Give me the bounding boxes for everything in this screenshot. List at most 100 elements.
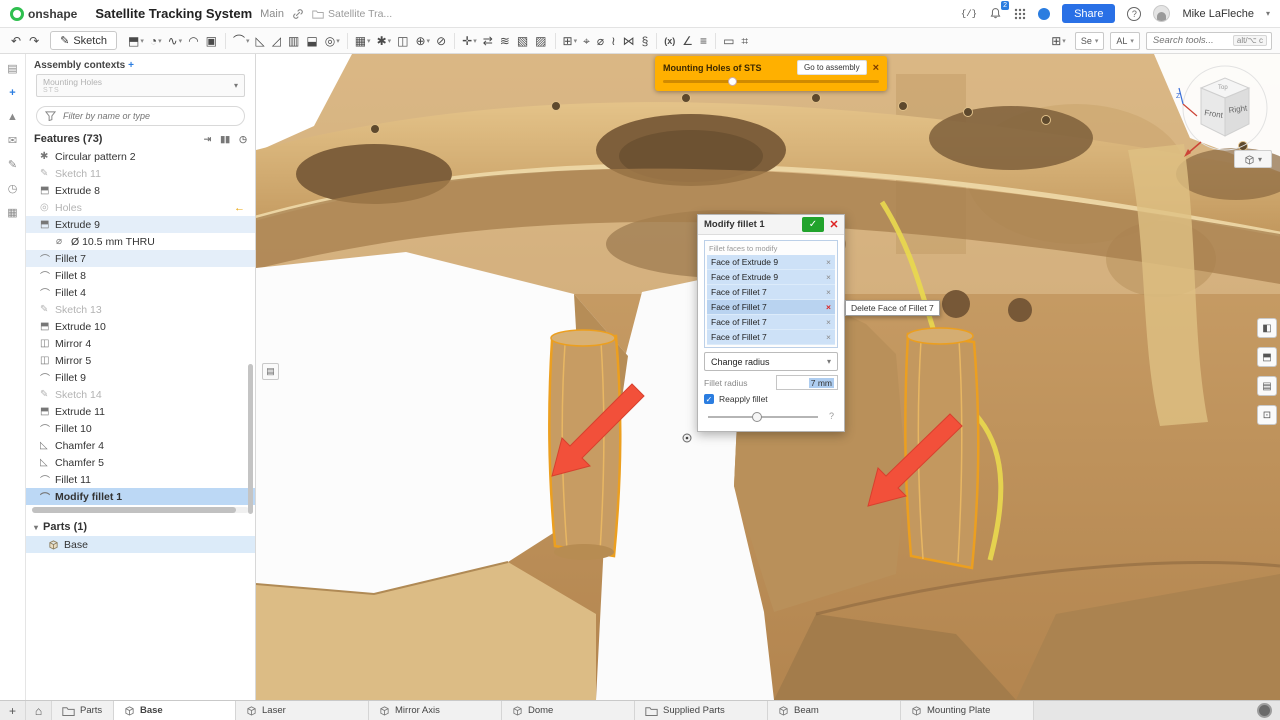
reapply-checkbox[interactable]: ✓ xyxy=(704,394,714,404)
circular-pattern-icon[interactable]: ✱ ▾ xyxy=(374,33,395,49)
rollback-end-icon[interactable]: ⇥ xyxy=(204,134,212,145)
redo-button[interactable]: ↷ xyxy=(26,33,42,49)
feature-row[interactable]: ⌒ Fillet 4 xyxy=(26,284,255,301)
assistant-button[interactable] xyxy=(1257,703,1272,718)
spline-icon[interactable]: ≀ xyxy=(608,33,620,49)
fillet-face-item[interactable]: Face of Fillet 7 × xyxy=(707,285,835,300)
point-icon[interactable]: ⌖ xyxy=(580,33,594,49)
plane-icon[interactable]: ⊞ ▾ xyxy=(555,33,581,49)
feature-row[interactable]: ◺ Chamfer 5 xyxy=(26,454,255,471)
search-tools-input[interactable] xyxy=(1151,34,1229,47)
hole-icon[interactable]: ◎ ▾ xyxy=(322,33,343,49)
new-tab-button[interactable]: + xyxy=(0,701,26,720)
properties-panel-button[interactable]: ⊡ xyxy=(1257,405,1277,425)
fillet-face-item[interactable]: Face of Extrude 9 × xyxy=(707,270,835,285)
variable-icon[interactable]: (x) xyxy=(656,33,679,49)
tables-icon[interactable]: ▦ xyxy=(7,208,17,219)
draft-icon[interactable]: ◿ xyxy=(269,33,285,49)
feature-row[interactable]: ✱ Circular pattern 2 xyxy=(26,148,255,165)
horizontal-scrollbar[interactable] xyxy=(32,507,249,513)
thicken-icon[interactable]: ▣ xyxy=(203,33,221,49)
measure-icon[interactable]: ∠ xyxy=(679,33,697,49)
display-options-button[interactable]: ◧ xyxy=(1257,318,1277,338)
remove-face-icon[interactable]: × xyxy=(826,287,831,297)
add-context-button[interactable]: + xyxy=(128,60,134,71)
feature-row[interactable]: ⬒ Extrude 10 xyxy=(26,318,255,335)
document-outline-icon[interactable]: ▤ xyxy=(7,64,17,75)
remove-face-icon[interactable]: × xyxy=(826,317,831,327)
remove-face-icon[interactable]: × xyxy=(826,302,831,312)
appearance-panel-button[interactable]: ⬒ xyxy=(1257,347,1277,367)
parts-header[interactable]: ▾ Parts (1) xyxy=(26,513,255,536)
fillet-face-item[interactable]: Face of Fillet 7 × xyxy=(707,300,835,315)
feature-row[interactable]: ⌒ Fillet 9 xyxy=(26,369,255,386)
feature-row[interactable]: ◺ Chamfer 4 xyxy=(26,437,255,454)
confirm-button[interactable]: ✓ xyxy=(802,217,824,232)
rib-icon[interactable]: ▥ xyxy=(285,33,303,49)
sync-status-icon[interactable] xyxy=(1038,8,1050,20)
onshape-logo[interactable]: onshape xyxy=(10,7,77,21)
feature-row[interactable]: ⌒ Modify fillet 1 xyxy=(26,488,255,505)
revolve-icon[interactable]: ◔ ▾ xyxy=(147,33,165,49)
fill-icon[interactable]: ▨ xyxy=(532,33,550,49)
linear-pattern-icon[interactable]: ▦ ▾ xyxy=(347,33,374,49)
feature-row[interactable]: ✎ Sketch 14 xyxy=(26,386,255,403)
regenerate-icon[interactable]: ◷ xyxy=(239,134,247,145)
apps-grid-icon[interactable] xyxy=(1014,8,1026,20)
part-row[interactable]: Base xyxy=(26,536,255,553)
document-tab[interactable]: Dome xyxy=(502,701,635,720)
axis-icon[interactable]: ⌀ xyxy=(594,33,608,49)
project-curve-icon[interactable]: ⋈ xyxy=(620,33,639,49)
boundary-surface-icon[interactable]: ▧ xyxy=(514,33,532,49)
context-select[interactable]: Mounting Holes STS ▾ xyxy=(36,74,245,97)
frame-icon[interactable]: ⌗ xyxy=(738,33,752,49)
feature-row[interactable]: ◫ Mirror 5 xyxy=(26,352,255,369)
feature-row[interactable]: ⬒ Extrude 11 xyxy=(26,403,255,420)
help-icon[interactable]: ? xyxy=(829,411,834,421)
linked-document-tab[interactable]: Satellite Tra... xyxy=(312,8,392,20)
slider-handle[interactable] xyxy=(728,77,737,86)
share-button[interactable]: Share xyxy=(1062,4,1115,23)
split-icon[interactable]: ⊘ xyxy=(433,33,450,49)
feature-row[interactable]: ⬒ Extrude 9 xyxy=(26,216,255,233)
sweep-icon[interactable]: ∿ ▾ xyxy=(165,33,186,49)
user-menu-caret-icon[interactable]: ▾ xyxy=(1266,9,1270,18)
feature-row[interactable]: ⌒ Fillet 10 xyxy=(26,420,255,437)
units-select[interactable]: AL ▾ xyxy=(1110,32,1140,50)
custom-features-button[interactable]: ⊞ ▾ xyxy=(1048,33,1069,49)
feature-row[interactable]: ⬒ Extrude 8 xyxy=(26,182,255,199)
remove-face-icon[interactable]: × xyxy=(826,272,831,282)
feature-row[interactable]: ✎ Sketch 11 xyxy=(26,165,255,182)
radius-slider[interactable] xyxy=(708,416,818,418)
document-tab[interactable]: Supplied Parts xyxy=(635,701,768,720)
feature-row[interactable]: ⌀ Ø 10.5 mm THRU xyxy=(26,233,255,250)
slider-handle[interactable] xyxy=(752,412,762,422)
avatar[interactable] xyxy=(1153,5,1170,22)
parts-list-toggle[interactable]: ▤ xyxy=(262,363,279,380)
filter-input[interactable] xyxy=(61,110,236,122)
link-icon[interactable] xyxy=(292,8,304,20)
feature-row[interactable]: ✎ Sketch 13 xyxy=(26,301,255,318)
close-icon[interactable]: × xyxy=(873,63,879,73)
move-face-icon[interactable]: ⇄ xyxy=(480,33,497,49)
context-position-slider[interactable] xyxy=(663,80,879,83)
notifications-icon[interactable]: 2 xyxy=(989,7,1002,20)
mass-properties-icon[interactable]: ≡ xyxy=(697,33,711,49)
go-to-assembly-button[interactable]: Go to assembly xyxy=(797,60,867,75)
3d-viewport[interactable]: Mounting Holes of STS Go to assembly × M… xyxy=(256,54,1280,700)
sheet-metal-icon[interactable]: ▭ xyxy=(715,33,738,49)
feature-row[interactable]: ⌒ Fillet 7 xyxy=(26,250,255,267)
undo-button[interactable]: ↶ xyxy=(8,33,24,49)
help-icon[interactable]: ? xyxy=(1127,7,1141,21)
document-tab[interactable]: Mounting Plate xyxy=(901,701,1034,720)
insert-new-icon[interactable]: + xyxy=(9,88,15,99)
cancel-button[interactable]: ✕ xyxy=(826,217,842,232)
rollback-bar-icon[interactable]: ← xyxy=(234,202,245,214)
radius-mode-select[interactable]: Change radius ▾ xyxy=(704,352,838,371)
feature-row[interactable]: ⌒ Fillet 8 xyxy=(26,267,255,284)
markup-icon[interactable]: ✎ xyxy=(8,160,17,171)
suppress-icon[interactable]: ▮▮ xyxy=(220,134,230,145)
boolean-icon[interactable]: ⊕ ▾ xyxy=(412,33,433,49)
sketch-button[interactable]: ✎ Sketch xyxy=(50,31,117,50)
configurations-panel-button[interactable]: ▤ xyxy=(1257,376,1277,396)
